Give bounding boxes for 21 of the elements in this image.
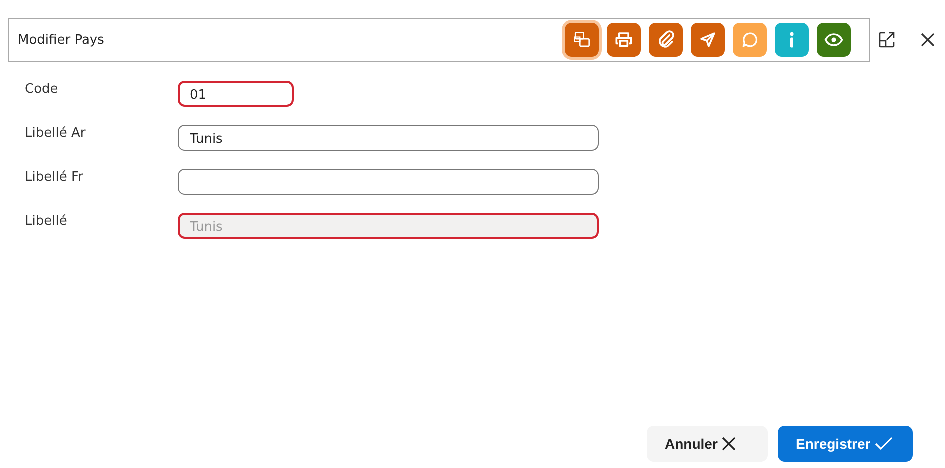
info-icon xyxy=(789,32,795,48)
check-icon xyxy=(874,437,893,451)
expand-icon[interactable] xyxy=(878,31,896,49)
window-title: Modifier Pays xyxy=(18,32,106,48)
toolbar-button[interactable] xyxy=(775,23,809,57)
toolbar-button[interactable] xyxy=(565,23,599,57)
field-label: Code xyxy=(25,81,60,97)
toolbar-button[interactable] xyxy=(607,23,641,57)
field-label: Libellé Fr xyxy=(25,169,84,185)
input-field[interactable]: Tunis xyxy=(178,125,599,151)
toolbar-button[interactable] xyxy=(817,23,851,57)
field-label: Libellé Ar xyxy=(25,125,87,141)
input-field[interactable] xyxy=(178,169,599,195)
toolbar-button[interactable] xyxy=(691,23,725,57)
cancel-button[interactable]: Annuler xyxy=(647,426,768,462)
toolbar-button[interactable] xyxy=(649,23,683,57)
close-icon xyxy=(722,437,736,451)
input-field[interactable]: 01 xyxy=(178,81,294,107)
close-icon[interactable] xyxy=(920,32,936,48)
save-button[interactable]: Enregistrer xyxy=(778,426,913,462)
field-label: Libellé xyxy=(25,213,68,229)
